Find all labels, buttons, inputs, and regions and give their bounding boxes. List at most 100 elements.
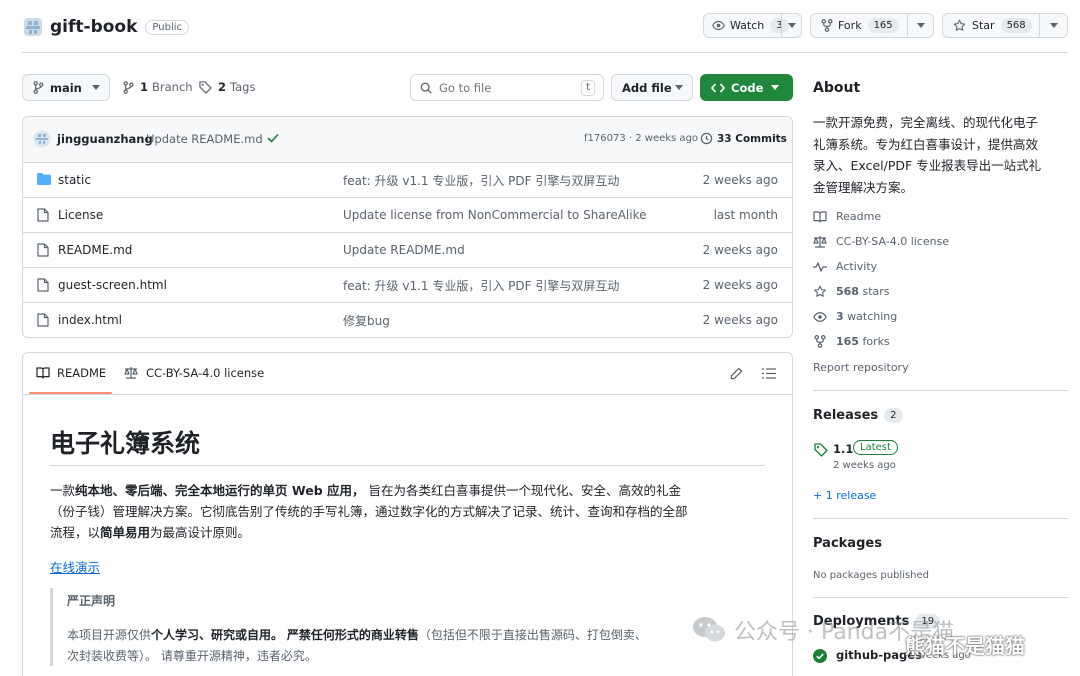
notice-text-1: 本项目开源仅供 [67, 628, 152, 642]
report-repository-link[interactable]: Report repository [813, 361, 909, 374]
file-row[interactable]: guest-screen.html feat: 升级 v1.1 专业版，引入 P… [23, 267, 792, 302]
release-tag-name[interactable]: 1.1 [833, 442, 853, 456]
watch-label: Watch [730, 19, 765, 32]
edit-pencil-icon[interactable] [730, 367, 743, 380]
sidebar-link-activity[interactable]: Activity [813, 260, 877, 273]
notice-text-4: 次封装收费等）。 请尊重开源精神，违者必究。 [67, 649, 317, 663]
branches-link[interactable]: 1 Branch [123, 80, 193, 94]
file-commit-message[interactable]: feat: 升级 v1.1 专业版，引入 PDF 引擎与双屏互动 [343, 277, 619, 294]
law-icon [813, 235, 836, 248]
tab-readme[interactable]: README [36, 366, 106, 380]
tags-link[interactable]: 2 Tags [199, 80, 255, 94]
releases-count: 2 [884, 408, 903, 423]
releases-heading[interactable]: Releases 2 [813, 408, 903, 423]
sidebar-link-forks[interactable]: 165 forks [813, 335, 890, 348]
notice-title: 严正声明 [67, 594, 116, 608]
history-icon [700, 132, 713, 145]
sidebar-link-license[interactable]: CC-BY-SA-4.0 license [813, 235, 949, 248]
commit-author[interactable]: jingguanzhang [57, 132, 153, 146]
tag-icon [814, 443, 828, 457]
readme-tabs-divider [23, 394, 792, 395]
file-icon [37, 278, 49, 292]
tag-icon [199, 80, 212, 94]
file-name[interactable]: License [58, 208, 103, 222]
deploy-success-icon [813, 649, 827, 663]
sidebar-link-label: Readme [836, 210, 882, 223]
packages-heading[interactable]: Packages [813, 536, 882, 551]
chevron-down-icon[interactable] [788, 23, 796, 28]
file-date: last month [713, 208, 778, 222]
file-commit-message[interactable]: 修复bug [343, 312, 390, 329]
tab-license[interactable]: CC-BY-SA-4.0 license [124, 366, 264, 380]
commit-message[interactable]: Update README.md [146, 132, 263, 146]
commit-hash-time[interactable]: f176073 · 2 weeks ago [584, 133, 698, 144]
sidebar-link-stars[interactable]: 568 stars [813, 285, 890, 298]
repo-header: gift-book Public [22, 14, 190, 40]
sidebar-divider [813, 518, 1068, 519]
file-name[interactable]: static [58, 173, 91, 187]
go-to-file-search[interactable]: t [410, 74, 604, 101]
intro-bold-1: 纯本地、零后端、完全本地运行的单页 Web 应用， [75, 483, 365, 498]
star-button[interactable]: Star 568 [942, 13, 1068, 38]
notice-blockquote-bar [50, 588, 53, 666]
file-icon [37, 243, 49, 257]
more-releases-link[interactable]: + 1 release [813, 489, 876, 502]
tags-label: Tags [230, 80, 256, 94]
commit-avatar [33, 130, 51, 148]
fork-icon [813, 335, 836, 348]
file-name[interactable]: index.html [58, 313, 122, 327]
sidebar-link-readme[interactable]: Readme [813, 210, 881, 223]
watching-count: 3 [836, 310, 844, 323]
sidebar-link-label: CC-BY-SA-4.0 license [836, 235, 950, 248]
intro-text-3: （份子钱）管理解决方案。它彻底告别了传统的手写礼簿，通过数字化的方式解决了记录、… [50, 504, 688, 519]
visibility-badge: Public [145, 19, 190, 35]
eye-icon [813, 311, 836, 323]
file-name[interactable]: guest-screen.html [58, 278, 167, 292]
chevron-down-icon[interactable] [1050, 23, 1058, 28]
sidebar-link-watching[interactable]: 3 watching [813, 310, 897, 323]
tab-license-label: CC-BY-SA-4.0 license [146, 366, 265, 380]
file-name[interactable]: README.md [58, 243, 132, 257]
file-date: 2 weeks ago [702, 278, 778, 292]
watch-count: 3 [770, 18, 789, 33]
branch-name: main [50, 80, 82, 95]
watch-button[interactable]: Watch 3 [703, 13, 802, 38]
outline-list-icon[interactable] [762, 368, 776, 379]
sidebar-link-label: stars [858, 285, 890, 298]
pulse-icon [813, 261, 836, 273]
fork-button[interactable]: Fork 165 [810, 13, 934, 38]
about-desc-line: 礼簿系统。专为红白喜事设计，提供高效 [813, 136, 1039, 152]
file-commit-message[interactable]: Update license from NonCommercial to Sha… [343, 208, 647, 222]
commits-link[interactable]: 33 Commits [700, 132, 787, 145]
branch-select[interactable]: main [22, 74, 110, 101]
fork-divider [907, 14, 908, 37]
intro-text-1: 一款 [50, 483, 76, 498]
star-divider [1039, 14, 1040, 37]
file-date: 2 weeks ago [702, 243, 778, 257]
notice-bold-2: 严禁任何形式的商业转售 [286, 628, 419, 642]
add-file-button[interactable]: Add file [611, 74, 693, 101]
book-icon [36, 367, 50, 379]
repo-name[interactable]: gift-book [50, 17, 137, 37]
code-button[interactable]: Code [700, 74, 793, 101]
chevron-down-icon[interactable] [917, 23, 925, 28]
readme-title: 电子礼簿系统 [50, 429, 201, 458]
file-row[interactable]: static feat: 升级 v1.1 专业版，引入 PDF 引擎与双屏互动 … [23, 162, 792, 197]
intro-text-5: 为最高设计原则。 [150, 525, 251, 540]
releases-title: Releases [813, 408, 879, 423]
search-input[interactable] [439, 80, 569, 95]
demo-link[interactable]: 在线演示 [50, 557, 100, 576]
sidebar-link-label: Activity [836, 260, 878, 273]
file-row[interactable]: index.html 修复bug 2 weeks ago [23, 302, 792, 337]
branch-icon [123, 80, 134, 94]
chevron-down-icon [675, 85, 683, 90]
file-row[interactable]: README.md Update README.md 2 weeks ago [23, 232, 792, 267]
file-row[interactable]: License Update license from NonCommercia… [23, 197, 792, 232]
file-icon [37, 208, 49, 222]
about-desc-line: 一款开源免费，完全离线、的现代化电子 [813, 115, 1039, 130]
file-commit-message[interactable]: feat: 升级 v1.1 专业版，引入 PDF 引擎与双屏互动 [343, 172, 619, 189]
law-icon [124, 367, 138, 379]
folder-icon [37, 173, 51, 185]
file-commit-message[interactable]: Update README.md [343, 243, 465, 257]
stars-count: 568 [836, 285, 859, 298]
